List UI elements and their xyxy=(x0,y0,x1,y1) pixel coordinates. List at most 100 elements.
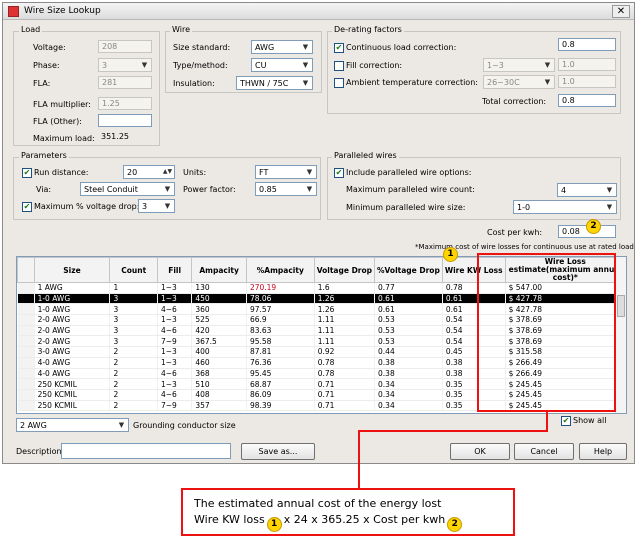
table-cell: 86.09 xyxy=(246,389,315,401)
size-standard-select[interactable]: AWG ▼ xyxy=(251,40,313,54)
column-header[interactable]: Fill xyxy=(156,257,193,283)
table-cell: 368 xyxy=(191,368,247,380)
spin-arrows-icon[interactable]: ▲▼ xyxy=(162,167,173,177)
row-header[interactable] xyxy=(17,368,35,380)
table-cell: 1-0 AWG xyxy=(34,303,111,316)
table-cell: 460 xyxy=(191,357,247,369)
help-button[interactable]: Help xyxy=(579,443,627,460)
row-header[interactable] xyxy=(17,400,35,412)
table-cell: 0.78 xyxy=(314,368,376,380)
show-all-checkbox[interactable]: ✔ xyxy=(561,416,571,426)
column-header[interactable]: %Voltage Drop xyxy=(374,257,443,283)
paralleled-group-label: Paralleled wires xyxy=(332,151,399,160)
table-cell: 130 xyxy=(191,282,247,294)
via-select[interactable]: Steel Conduit ▼ xyxy=(80,182,175,196)
chevron-down-icon: ▼ xyxy=(164,185,171,193)
badge-2: 2 xyxy=(586,219,601,234)
chevron-down-icon: ▼ xyxy=(606,203,613,211)
table-cell: 400 xyxy=(191,346,247,358)
chevron-down-icon: ▼ xyxy=(302,61,309,69)
fla-other-field[interactable] xyxy=(98,114,152,127)
row-header[interactable] xyxy=(17,303,35,316)
row-header[interactable] xyxy=(17,314,35,326)
row-header[interactable] xyxy=(17,346,35,358)
max-voltage-drop-checkbox[interactable]: ✔ xyxy=(22,202,32,212)
max-load-label: Maximum load: xyxy=(33,134,95,143)
table-cell: 4-0 AWG xyxy=(34,368,111,380)
max-paralleled-count-value: 4 xyxy=(561,186,567,195)
row-header[interactable] xyxy=(17,378,35,390)
ambient-temp-select[interactable]: 26~30C ▼ xyxy=(483,75,555,89)
table-cell: 0.78 xyxy=(314,357,376,369)
table-cell: 1~3 xyxy=(157,314,193,326)
grounding-select[interactable]: 2 AWG ▼ xyxy=(16,418,129,432)
column-header[interactable]: Size xyxy=(33,257,111,283)
chevron-down-icon: ▼ xyxy=(141,61,148,69)
fill-correction-checkbox[interactable] xyxy=(334,61,344,71)
table-cell: 0.38 xyxy=(374,368,443,380)
fill-correction-field[interactable]: 1.0 xyxy=(558,58,616,71)
ok-button[interactable]: OK xyxy=(450,443,510,460)
cancel-button[interactable]: Cancel xyxy=(514,443,574,460)
save-as-button[interactable]: Save as... xyxy=(241,443,315,460)
via-value: Steel Conduit xyxy=(84,185,138,194)
table-cell: 0.77 xyxy=(374,282,443,294)
continuous-load-field[interactable]: 0.8 xyxy=(558,38,616,51)
description-field[interactable] xyxy=(61,443,231,459)
table-cell: 66.9 xyxy=(246,314,315,326)
row-header[interactable] xyxy=(17,389,35,401)
min-paralleled-size-select[interactable]: 1-0 ▼ xyxy=(513,200,617,214)
ambient-temp-checkbox[interactable] xyxy=(334,78,344,88)
run-distance-stepper[interactable]: 20 ▲▼ xyxy=(123,165,175,179)
voltage-field[interactable]: 208 xyxy=(98,40,152,53)
chevron-down-icon: ▼ xyxy=(302,43,309,51)
column-header[interactable]: %Ampacity xyxy=(245,257,315,283)
table-cell: 0.44 xyxy=(374,346,443,358)
fla-other-label: FLA (Other): xyxy=(33,117,82,126)
row-header[interactable] xyxy=(17,293,35,305)
table-cell: 78.06 xyxy=(246,293,315,305)
size-standard-value: AWG xyxy=(255,43,275,52)
table-cell: 1.11 xyxy=(314,314,376,326)
table-cell: 87.81 xyxy=(246,346,315,358)
ambient-temp-field[interactable]: 1.0 xyxy=(558,75,616,88)
max-load-value: 351.25 xyxy=(101,132,129,141)
close-icon[interactable]: ✕ xyxy=(612,5,630,18)
row-header[interactable] xyxy=(17,282,35,294)
table-cell: 1 xyxy=(109,282,158,294)
max-voltage-drop-select[interactable]: 3 ▼ xyxy=(138,199,175,213)
scrollbar-thumb[interactable] xyxy=(617,295,625,317)
table-cell: 3 xyxy=(109,325,158,337)
type-method-select[interactable]: CU ▼ xyxy=(251,58,313,72)
power-factor-select[interactable]: 0.85 ▼ xyxy=(255,182,317,196)
total-correction-field: 0.8 xyxy=(558,94,616,107)
chevron-down-icon: ▼ xyxy=(544,78,551,86)
column-header[interactable]: Count xyxy=(109,257,158,283)
column-header[interactable]: Ampacity xyxy=(191,257,247,283)
table-cell: 1.11 xyxy=(314,325,376,337)
run-distance-checkbox[interactable]: ✔ xyxy=(22,168,32,178)
continuous-load-checkbox[interactable]: ✔ xyxy=(334,43,344,53)
size-standard-label: Size standard: xyxy=(173,43,231,52)
fla-field[interactable]: 281 xyxy=(98,76,152,89)
row-header[interactable] xyxy=(17,357,35,369)
fla-multiplier-field[interactable]: 1.25 xyxy=(98,97,152,110)
highlight-wire-loss-column xyxy=(477,253,616,412)
row-header[interactable] xyxy=(17,335,35,348)
column-header[interactable]: Voltage Drop xyxy=(313,257,376,283)
insulation-select[interactable]: THWN / 75C ▼ xyxy=(236,76,313,90)
show-all-label: Show all xyxy=(573,416,607,425)
phase-select[interactable]: 3 ▼ xyxy=(98,58,152,72)
max-voltage-drop-value: 3 xyxy=(142,202,148,211)
units-select[interactable]: FT ▼ xyxy=(255,165,317,179)
table-cell: 0.71 xyxy=(314,400,376,412)
row-header[interactable] xyxy=(17,325,35,337)
title-bar: Wire Size Lookup ✕ xyxy=(3,3,634,20)
grid-scrollbar[interactable] xyxy=(615,257,626,413)
max-paralleled-count-select[interactable]: 4 ▼ xyxy=(557,183,617,197)
table-cell: 4~6 xyxy=(157,368,193,380)
include-paralleled-checkbox[interactable]: ✔ xyxy=(334,168,344,178)
fill-correction-select[interactable]: 1~3 ▼ xyxy=(483,58,555,72)
table-cell: 7~9 xyxy=(157,335,193,348)
window-title: Wire Size Lookup xyxy=(24,6,101,16)
